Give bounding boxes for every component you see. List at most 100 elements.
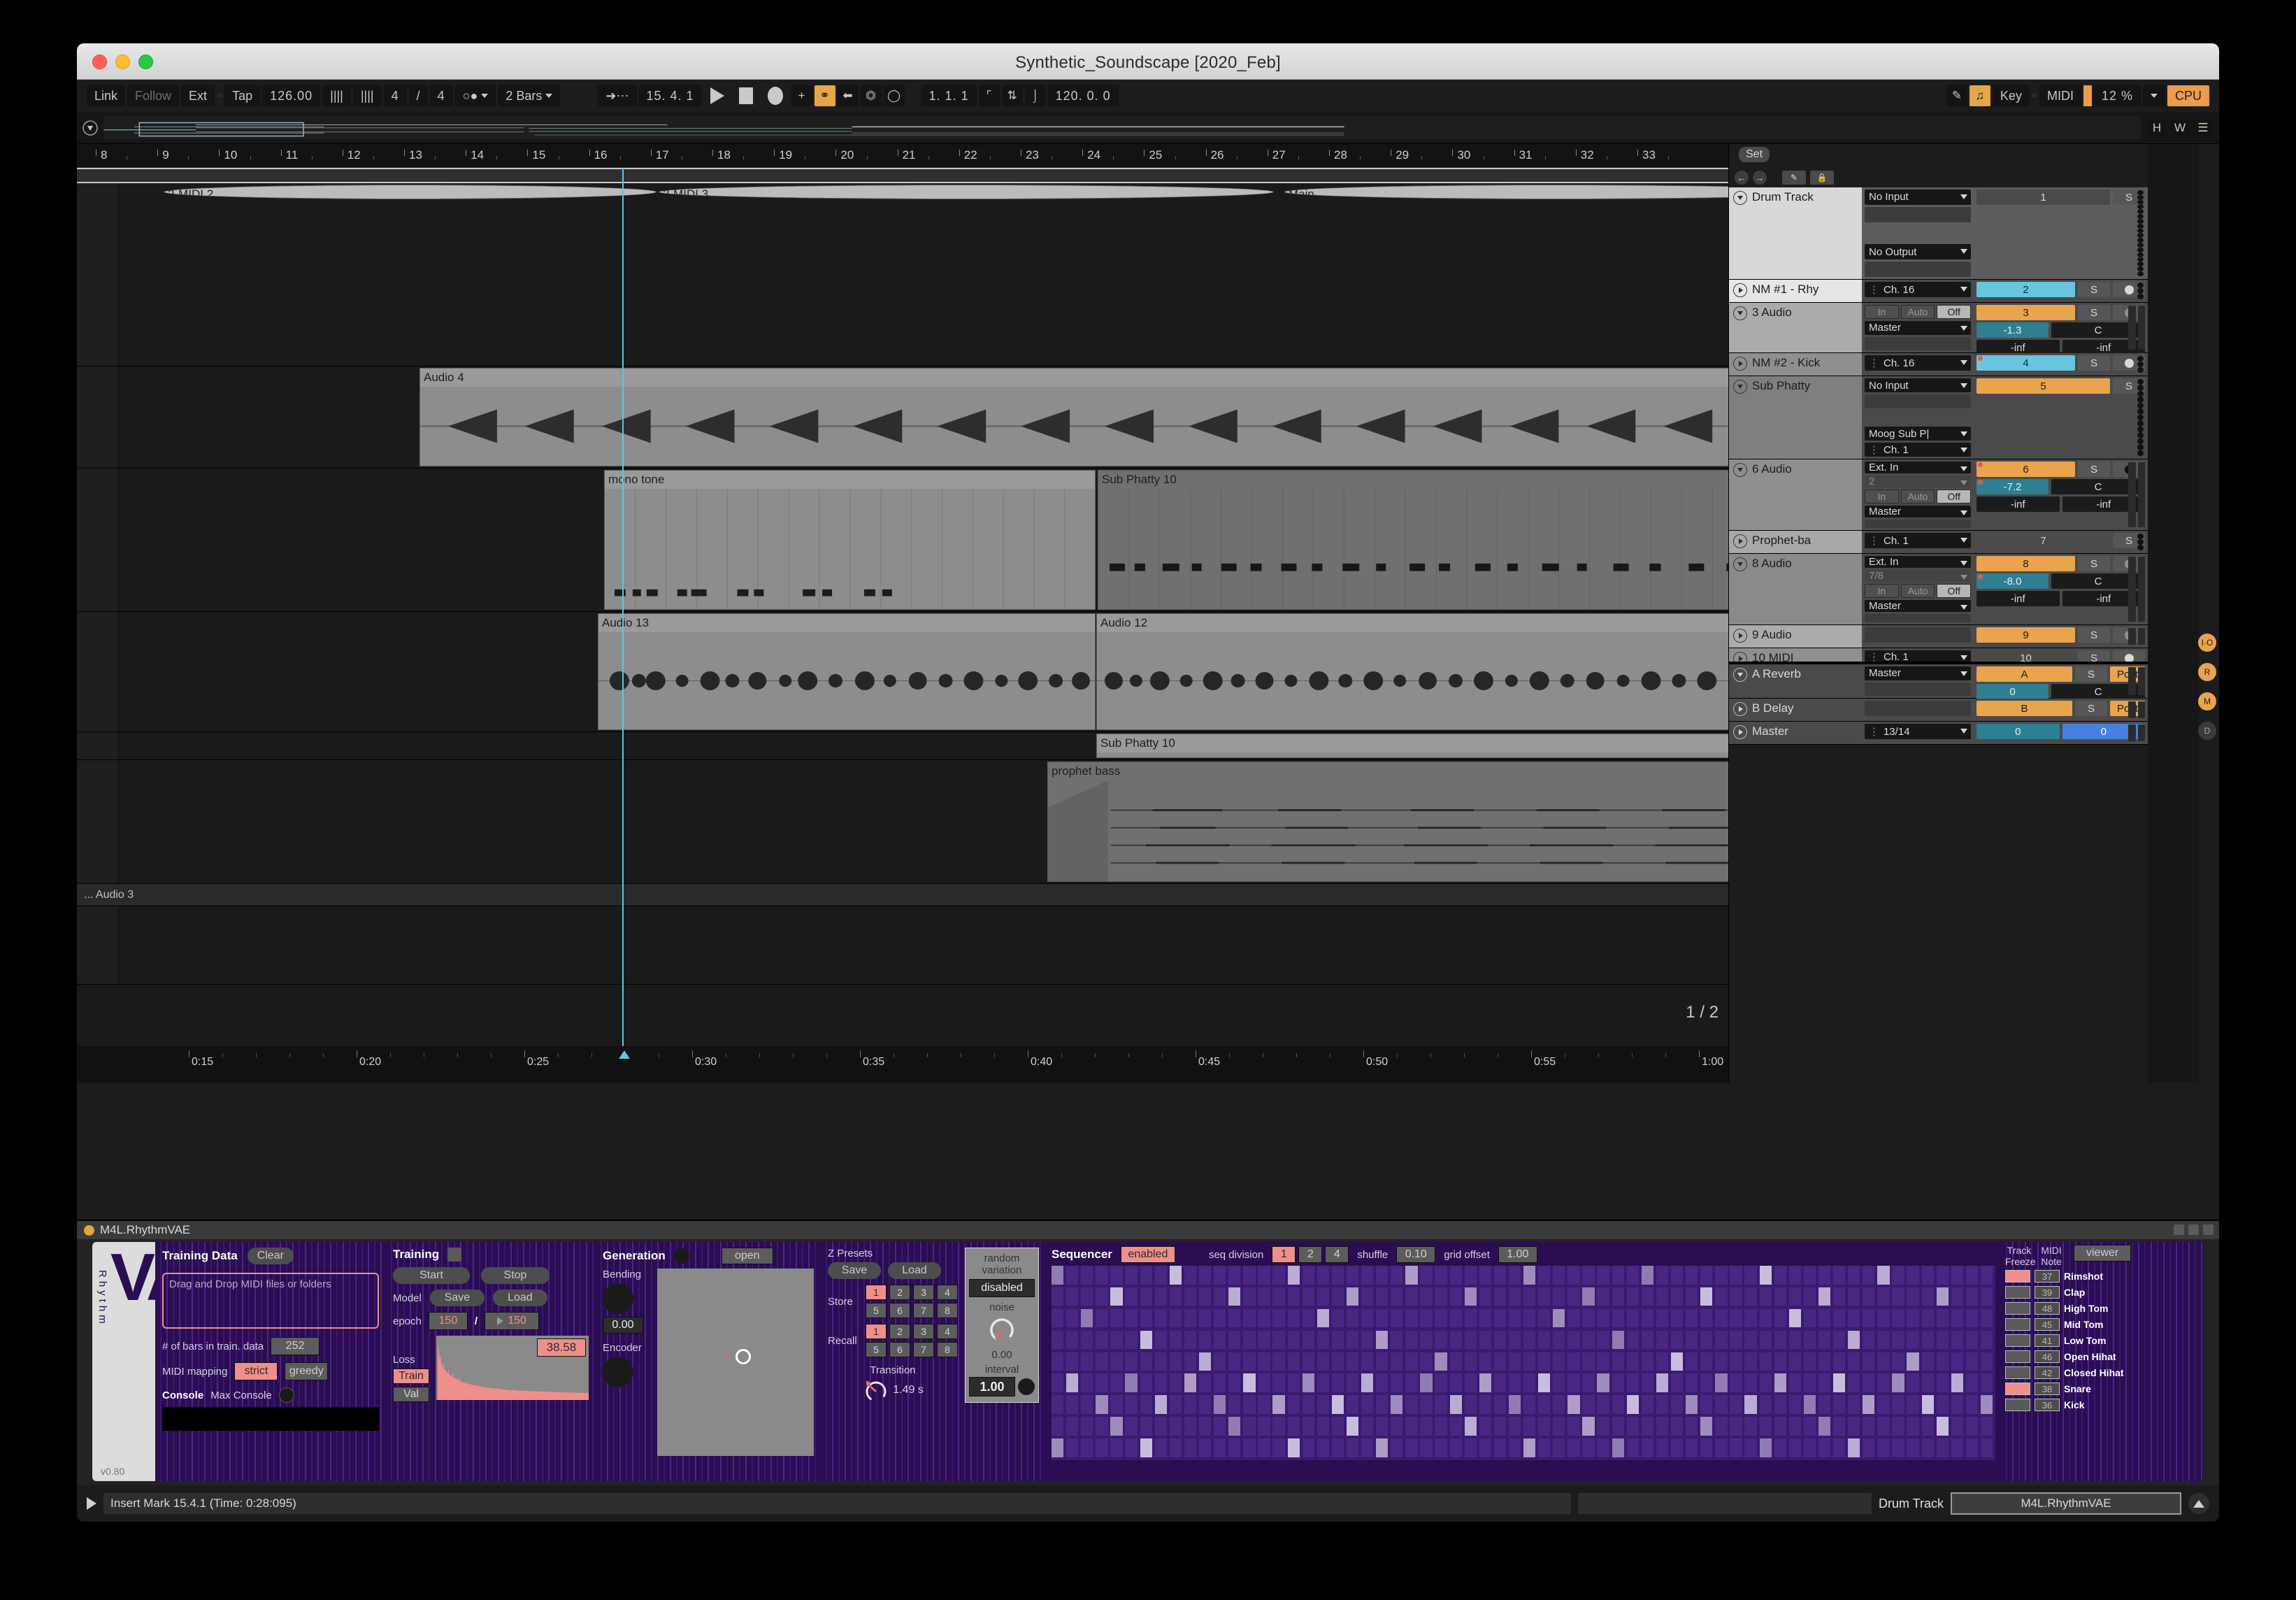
z-preset-slot-4[interactable]: 4 bbox=[937, 1324, 958, 1339]
sequencer-step[interactable] bbox=[1877, 1373, 1890, 1392]
sequencer-step[interactable] bbox=[1582, 1266, 1595, 1285]
sequencer-step[interactable] bbox=[1140, 1352, 1152, 1371]
sequencer-step[interactable] bbox=[1479, 1352, 1492, 1371]
sequencer-step[interactable] bbox=[1626, 1330, 1639, 1350]
sequencer-step[interactable] bbox=[1449, 1373, 1462, 1392]
sequencer-step[interactable] bbox=[1508, 1438, 1521, 1457]
sequencer-step[interactable] bbox=[1715, 1373, 1728, 1392]
sequencer-step[interactable] bbox=[1464, 1352, 1477, 1371]
sequencer-step[interactable] bbox=[1272, 1330, 1285, 1350]
sequencer-step[interactable] bbox=[1921, 1373, 1934, 1392]
sequencer-step[interactable] bbox=[1788, 1330, 1801, 1350]
sequencer-step[interactable] bbox=[1848, 1395, 1860, 1414]
sequencer-step[interactable] bbox=[1081, 1308, 1093, 1328]
sequencer-step[interactable] bbox=[1066, 1352, 1079, 1371]
sequencer-step[interactable] bbox=[1243, 1373, 1256, 1392]
track-activator[interactable]: A bbox=[1976, 666, 2072, 682]
sequencer-step[interactable] bbox=[1169, 1395, 1182, 1414]
sequencer-step[interactable] bbox=[1523, 1287, 1536, 1306]
sequencer-step[interactable] bbox=[1361, 1352, 1374, 1371]
sequencer-step[interactable] bbox=[1479, 1287, 1492, 1306]
store-slot-grid[interactable]: 1234 5678 bbox=[866, 1285, 958, 1318]
track-freeze-toggle-rimshot[interactable] bbox=[2005, 1270, 2030, 1283]
solo-button[interactable]: S bbox=[2078, 462, 2110, 477]
session-view-toggle-icon[interactable]: ☰ bbox=[2193, 117, 2214, 138]
sequencer-step[interactable] bbox=[1523, 1438, 1536, 1457]
sequencer-step[interactable] bbox=[1863, 1417, 1875, 1436]
overview-waveform[interactable] bbox=[103, 116, 2141, 139]
sequencer-step[interactable] bbox=[1803, 1308, 1816, 1328]
sequencer-step[interactable] bbox=[1464, 1373, 1477, 1392]
midi-channel-chooser[interactable]: ⋮ Ch. 1 bbox=[1865, 650, 1971, 662]
z-preset-slot-6[interactable]: 6 bbox=[889, 1303, 910, 1318]
input-channel-chooser[interactable] bbox=[1865, 394, 1971, 408]
z-preset-slot-1[interactable]: 1 bbox=[866, 1324, 887, 1339]
track-row-3-audio[interactable]: 3 Audio In Auto Off Master 3 S -1.3 C -i… bbox=[1729, 303, 2148, 355]
sequencer-step[interactable] bbox=[1700, 1438, 1713, 1457]
sequencer-step[interactable] bbox=[1832, 1330, 1846, 1350]
sequencer-step[interactable] bbox=[1641, 1373, 1654, 1392]
track-freeze-toggle-high-tom[interactable] bbox=[2005, 1302, 2030, 1315]
track-activator[interactable]: 1 bbox=[1976, 190, 2110, 205]
sequencer-step[interactable] bbox=[1832, 1395, 1846, 1414]
sequencer-step[interactable] bbox=[1788, 1266, 1801, 1285]
metronome-nudge-down-icon[interactable]: |||| bbox=[322, 85, 351, 106]
sequencer-enabled-button[interactable]: enabled bbox=[1120, 1246, 1175, 1263]
sequencer-step[interactable] bbox=[1154, 1352, 1167, 1371]
sequencer-step[interactable] bbox=[1582, 1417, 1595, 1436]
sequencer-step[interactable] bbox=[1096, 1417, 1108, 1436]
sequencer-step[interactable] bbox=[1493, 1330, 1507, 1350]
solo-button[interactable]: S bbox=[2078, 556, 2110, 571]
sequencer-step[interactable] bbox=[1597, 1373, 1609, 1392]
input-type-chooser[interactable]: Ext. In bbox=[1865, 556, 1971, 568]
sequencer-step[interactable] bbox=[1744, 1308, 1757, 1328]
sequencer-step[interactable] bbox=[1523, 1266, 1536, 1285]
sequencer-step[interactable] bbox=[1670, 1352, 1684, 1371]
sequencer-step[interactable] bbox=[1670, 1438, 1684, 1457]
sequencer-step[interactable] bbox=[1818, 1373, 1831, 1392]
track-lane-audio4[interactable]: Audio 4 bbox=[77, 366, 1832, 469]
unfold-triangle-icon[interactable] bbox=[1733, 652, 1747, 662]
midi-note-field-snare[interactable]: 38 bbox=[2035, 1383, 2060, 1395]
sequencer-step[interactable] bbox=[1198, 1417, 1212, 1436]
unfold-triangle-icon[interactable] bbox=[1733, 702, 1747, 716]
automation-arm-icon[interactable]: ⚭ bbox=[814, 85, 835, 106]
sequencer-step[interactable] bbox=[1788, 1352, 1801, 1371]
mapping-greedy-button[interactable]: greedy bbox=[285, 1362, 329, 1380]
sequencer-step[interactable] bbox=[1287, 1373, 1300, 1392]
sequencer-step[interactable] bbox=[1449, 1417, 1462, 1436]
track-name-nm1-rhy[interactable]: NM #1 - Rhy bbox=[1729, 280, 1862, 302]
sequencer-step[interactable] bbox=[1980, 1395, 1993, 1414]
sequencer-step[interactable] bbox=[1052, 1308, 1064, 1328]
input-channel-chooser[interactable]: 2 bbox=[1865, 476, 1971, 487]
sequencer-step[interactable] bbox=[1597, 1308, 1609, 1328]
training-stop-button[interactable]: Stop bbox=[481, 1267, 550, 1284]
sequencer-step[interactable] bbox=[1258, 1395, 1270, 1414]
sequencer-step[interactable] bbox=[1553, 1417, 1565, 1436]
sequencer-step[interactable] bbox=[1656, 1287, 1669, 1306]
sequencer-step[interactable] bbox=[1877, 1352, 1890, 1371]
sequencer-step[interactable] bbox=[1066, 1287, 1079, 1306]
sequencer-step[interactable] bbox=[1140, 1308, 1152, 1328]
sequencer-step[interactable] bbox=[1258, 1330, 1270, 1350]
sequencer-step[interactable] bbox=[1140, 1266, 1152, 1285]
playhead[interactable] bbox=[622, 168, 624, 1046]
sequencer-step[interactable] bbox=[1832, 1266, 1846, 1285]
sequencer-step[interactable] bbox=[1435, 1266, 1447, 1285]
training-start-button[interactable]: Start bbox=[393, 1267, 470, 1284]
z-preset-slot-1[interactable]: 1 bbox=[866, 1285, 887, 1300]
monitor-auto-button[interactable]: Auto bbox=[1900, 490, 1935, 503]
track-activator[interactable]: 2 bbox=[1976, 282, 2075, 297]
sequencer-step[interactable] bbox=[1125, 1287, 1138, 1306]
sequencer-step[interactable] bbox=[1907, 1417, 1919, 1436]
sequencer-step[interactable] bbox=[1951, 1438, 1964, 1457]
sequencer-step[interactable] bbox=[1848, 1266, 1860, 1285]
sequencer-step[interactable] bbox=[1081, 1330, 1093, 1350]
clip-audio-13[interactable]: Audio 13 bbox=[598, 613, 1096, 730]
track-activator[interactable]: B bbox=[1976, 701, 2072, 716]
sequencer-step[interactable] bbox=[1287, 1438, 1300, 1457]
sequencer-step[interactable] bbox=[1243, 1417, 1256, 1436]
track-freeze-toggle-mid-tom[interactable] bbox=[2005, 1318, 2030, 1331]
sequencer-step[interactable] bbox=[1272, 1266, 1285, 1285]
sequencer-step[interactable] bbox=[1435, 1438, 1447, 1457]
